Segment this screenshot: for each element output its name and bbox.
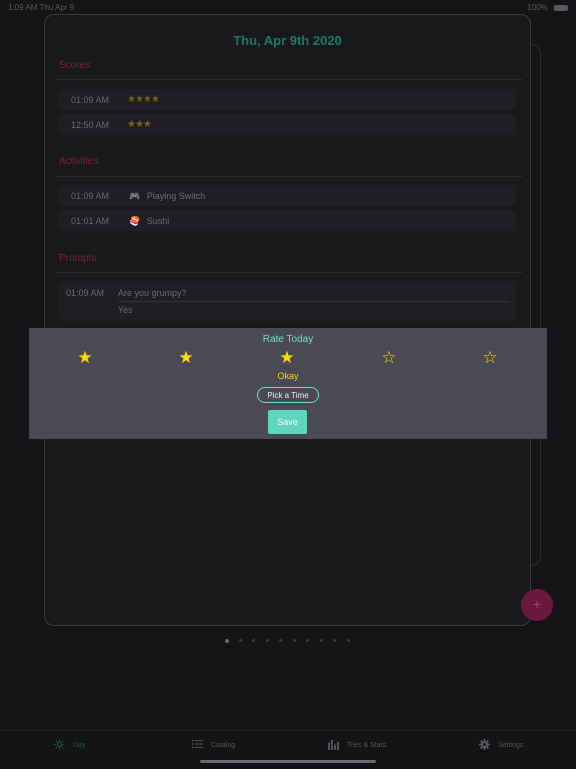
modal-title: Rate Today [262, 334, 314, 345]
status-bar: 1:09 AM Thu Apr 9 100% [0, 0, 576, 14]
sun-icon [54, 738, 65, 752]
star-filled-icon[interactable]: ★ [272, 348, 302, 368]
page-dot[interactable] [225, 638, 229, 643]
day-card: Thu, Apr 9th 2020 Scores 01:09 AM ★★★★ 1… [44, 14, 531, 626]
star-empty-icon[interactable]: ☆ [374, 348, 404, 368]
page-dot[interactable] [252, 639, 255, 642]
activity-time: 01:09 AM [71, 191, 110, 201]
status-time: 1:09 AM [8, 3, 38, 12]
score-stars: ★★★ [127, 119, 152, 130]
activities-heading: Activities [59, 156, 99, 167]
prompts-divider [55, 272, 522, 273]
tab-bar: Day Catalog Tiles & Stats Settings [0, 730, 576, 769]
star-empty-icon[interactable]: ☆ [475, 348, 505, 368]
prompt-time: 01:09 AM [66, 288, 105, 298]
tab-tiles-stats[interactable]: Tiles & Stats [328, 739, 386, 751]
score-time: 01:09 AM [71, 95, 110, 105]
activities-divider [55, 176, 522, 177]
score-stars: ★★★★ [127, 94, 160, 105]
activity-row[interactable]: 01:01 AM 🍣 Sushi [59, 210, 516, 231]
activity-row[interactable]: 01:09 AM 🎮 Playing Switch [59, 185, 516, 206]
tab-label: Settings [498, 741, 524, 749]
page-dot[interactable] [265, 639, 269, 642]
page-dot[interactable] [319, 639, 323, 642]
page-dot[interactable] [333, 639, 336, 642]
prompt-divider [118, 301, 510, 302]
tab-settings[interactable]: Settings [479, 738, 524, 752]
status-battery: 100% [527, 3, 568, 12]
add-entry-button[interactable]: + [521, 589, 553, 621]
star-filled-icon[interactable]: ★ [171, 348, 201, 368]
page-dot[interactable] [306, 639, 309, 642]
tab-day[interactable]: Day [54, 738, 86, 752]
activity-time: 01:01 AM [71, 216, 110, 226]
score-row[interactable]: 01:09 AM ★★★★ [59, 89, 516, 110]
page-dot[interactable] [279, 639, 282, 642]
score-time: 12:50 AM [71, 120, 110, 130]
activity-label: Sushi [146, 216, 170, 226]
tab-catalog[interactable]: Catalog [192, 739, 235, 751]
rating-label: Okay [277, 371, 299, 381]
battery-percent: 100% [527, 3, 548, 12]
page-indicator [225, 638, 355, 645]
page-dot[interactable] [346, 639, 350, 642]
star-filled-icon[interactable]: ★ [70, 348, 100, 368]
sushi-icon: 🍣 [129, 216, 141, 226]
score-row[interactable]: 12:50 AM ★★★ [59, 114, 516, 135]
home-indicator [200, 760, 376, 763]
pick-time-button[interactable]: Pick a Time [257, 387, 319, 403]
day-title: Thu, Apr 9th 2020 [233, 33, 342, 48]
prompt-question: Are you grumpy? [118, 288, 187, 298]
gear-icon [479, 738, 490, 752]
prompt-answer: Yes [118, 305, 133, 315]
page-dot[interactable] [238, 639, 242, 642]
scores-heading: Scores [59, 60, 91, 71]
status-time-date: 1:09 AM Thu Apr 9 [8, 3, 74, 12]
bar-chart-icon [328, 739, 339, 752]
tab-label: Catalog [211, 741, 236, 749]
scores-divider [55, 79, 522, 80]
tab-label: Tiles & Stats [347, 741, 387, 749]
status-date: Thu Apr 9 [39, 3, 75, 12]
rate-today-modal: Rate Today ★ ★ ★ ☆ ☆ Okay Pick a Time Save [29, 328, 547, 439]
save-button[interactable]: Save [268, 410, 307, 434]
battery-icon [554, 4, 568, 11]
tab-label: Day [73, 741, 86, 749]
prompt-row[interactable]: 01:09 AM Are you grumpy? Yes [59, 281, 516, 321]
list-icon [192, 739, 203, 751]
activity-label: Playing Switch [146, 191, 206, 201]
game-controller-icon: 🎮 [129, 191, 141, 201]
prompts-heading: Prompts [59, 253, 97, 264]
page-dot[interactable] [292, 639, 296, 642]
